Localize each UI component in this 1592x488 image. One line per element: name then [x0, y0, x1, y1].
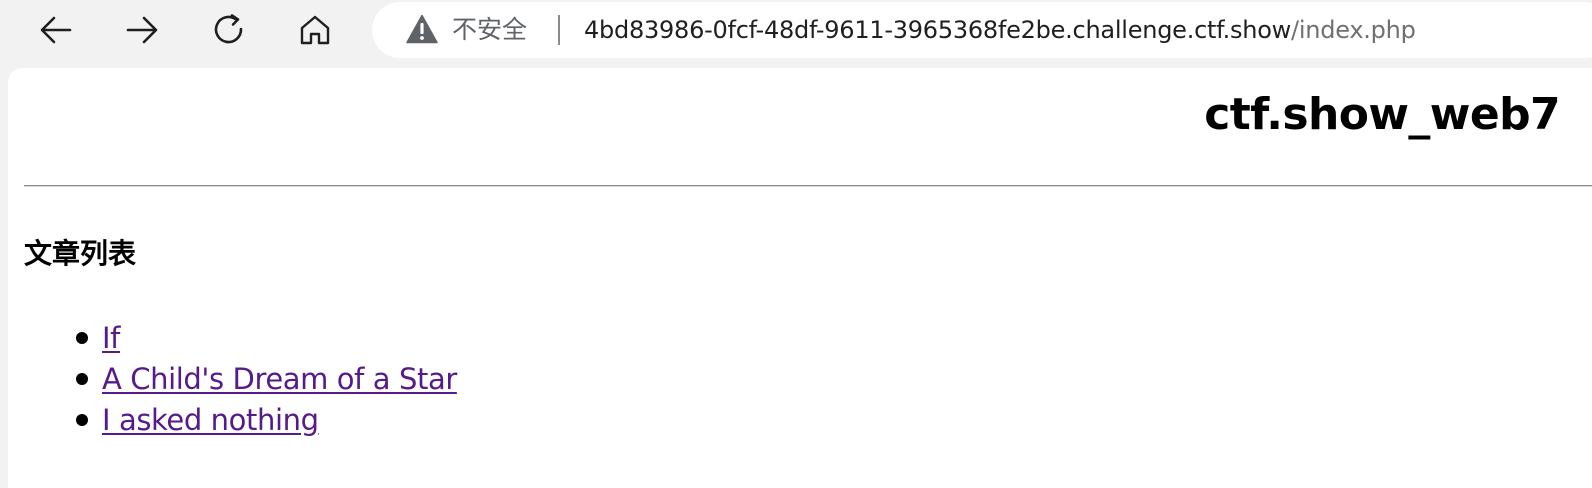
address-divider	[558, 15, 560, 45]
page-viewport: ctf.show_web7 文章列表 If A Child's Dream of…	[8, 68, 1592, 488]
reload-button[interactable]	[205, 8, 253, 52]
url-path: /index.php	[1291, 16, 1416, 44]
browser-toolbar: 不安全 4bd83986-0fcf-48df-9611-3965368fe2be…	[0, 0, 1592, 62]
article-list-heading: 文章列表	[24, 237, 137, 270]
bullet-icon	[76, 332, 88, 344]
address-bar[interactable]: 不安全 4bd83986-0fcf-48df-9611-3965368fe2be…	[372, 2, 1592, 58]
list-item: A Child's Dream of a Star	[8, 361, 457, 402]
list-item: If	[8, 320, 457, 361]
warning-triangle-icon[interactable]	[406, 14, 438, 44]
back-button[interactable]	[32, 8, 80, 52]
home-icon	[300, 15, 330, 45]
article-list: If A Child's Dream of a Star I asked not…	[8, 320, 457, 443]
article-link[interactable]: I asked nothing	[102, 403, 319, 437]
page-title: ctf.show_web7	[1204, 89, 1560, 140]
reload-icon	[214, 14, 243, 44]
horizontal-rule	[24, 185, 1592, 187]
arrow-left-icon	[40, 16, 72, 44]
url-host: 4bd83986-0fcf-48df-9611-3965368fe2be.cha…	[584, 16, 1292, 44]
forward-button[interactable]	[118, 8, 166, 52]
home-button[interactable]	[291, 8, 339, 52]
article-link[interactable]: A Child's Dream of a Star	[102, 362, 457, 396]
arrow-right-icon	[126, 16, 158, 44]
list-item: I asked nothing	[8, 402, 457, 443]
article-link[interactable]: If	[102, 321, 120, 355]
url-text[interactable]: 4bd83986-0fcf-48df-9611-3965368fe2be.cha…	[584, 14, 1416, 46]
bullet-icon	[76, 414, 88, 426]
security-status-label[interactable]: 不安全	[452, 14, 527, 46]
bullet-icon	[76, 373, 88, 385]
